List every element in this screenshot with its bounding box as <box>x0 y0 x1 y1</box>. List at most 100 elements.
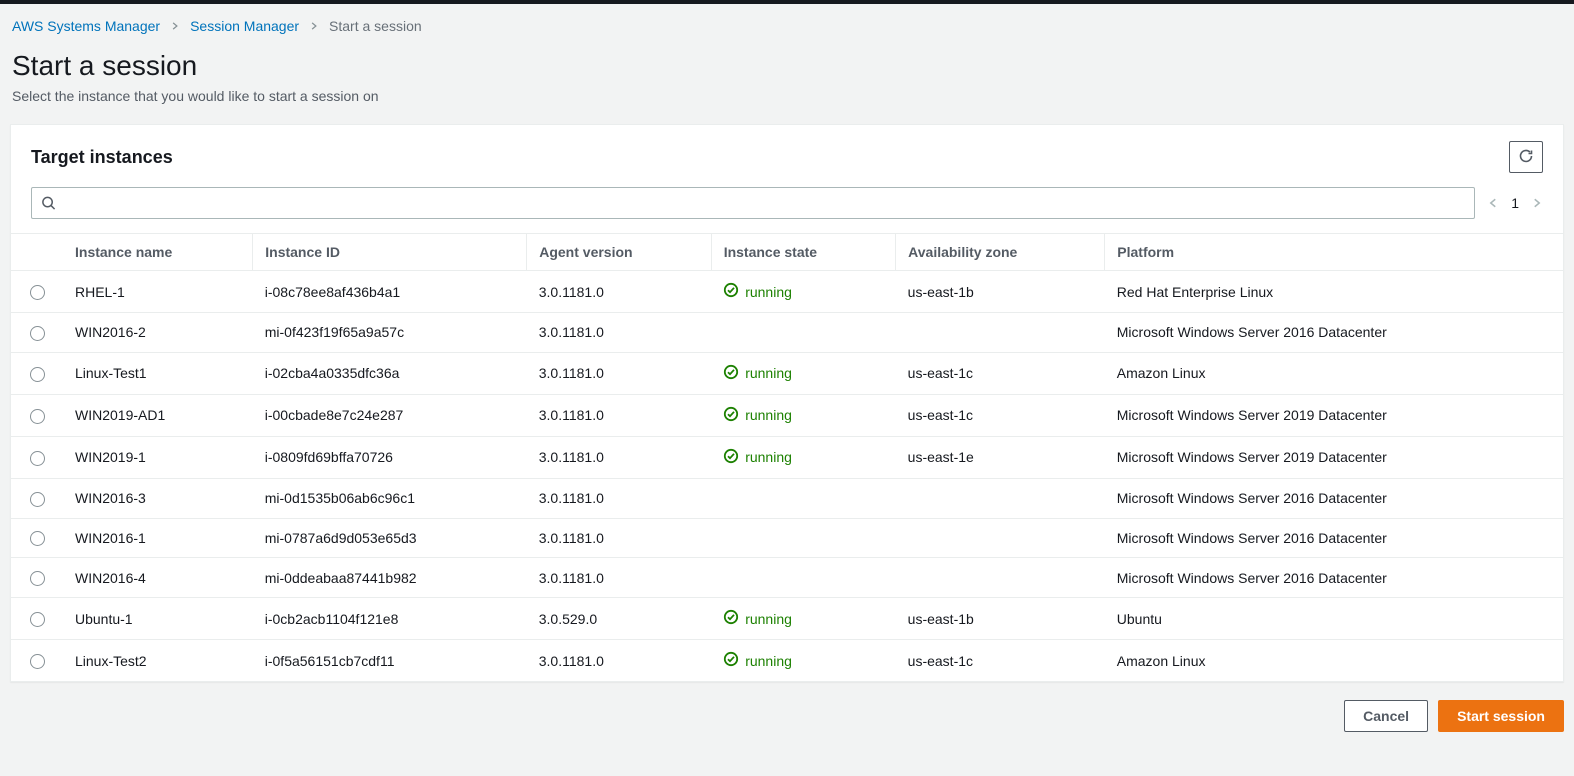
row-select-radio[interactable] <box>30 326 45 341</box>
check-circle-icon <box>723 651 739 670</box>
row-select-cell <box>11 518 63 558</box>
platform-cell: Microsoft Windows Server 2019 Datacenter <box>1105 436 1563 478</box>
instance-state-cell: running <box>711 394 895 436</box>
column-header-availability-zone[interactable]: Availability zone <box>896 234 1105 271</box>
agent-version-cell: 3.0.1181.0 <box>527 436 711 478</box>
status-badge: running <box>723 406 792 425</box>
column-header-instance-state[interactable]: Instance state <box>711 234 895 271</box>
search-wrapper <box>31 187 1475 219</box>
page-subtitle: Select the instance that you would like … <box>12 88 1562 104</box>
instance-name-cell: Linux-Test1 <box>63 352 253 394</box>
row-select-radio[interactable] <box>30 492 45 507</box>
status-text: running <box>745 653 792 669</box>
check-circle-icon <box>723 364 739 383</box>
instance-id-cell: mi-0787a6d9d053e65d3 <box>253 518 527 558</box>
instance-state-cell: running <box>711 352 895 394</box>
availability-zone-cell <box>896 313 1105 353</box>
breadcrumb-current: Start a session <box>329 18 422 34</box>
cancel-button[interactable]: Cancel <box>1344 700 1428 732</box>
agent-version-cell: 3.0.529.0 <box>527 598 711 640</box>
filter-row: 1 <box>11 177 1563 233</box>
breadcrumb-link-session-manager[interactable]: Session Manager <box>190 18 299 34</box>
platform-cell: Microsoft Windows Server 2016 Datacenter <box>1105 478 1563 518</box>
availability-zone-cell: us-east-1c <box>896 640 1105 682</box>
instance-name-cell: RHEL-1 <box>63 271 253 313</box>
agent-version-cell: 3.0.1181.0 <box>527 271 711 313</box>
agent-version-cell: 3.0.1181.0 <box>527 518 711 558</box>
start-session-button[interactable]: Start session <box>1438 700 1564 732</box>
row-select-radio[interactable] <box>30 531 45 546</box>
page-number: 1 <box>1511 195 1519 211</box>
platform-cell: Microsoft Windows Server 2016 Datacenter <box>1105 518 1563 558</box>
availability-zone-cell <box>896 518 1105 558</box>
platform-cell: Microsoft Windows Server 2016 Datacenter <box>1105 558 1563 598</box>
row-select-cell <box>11 313 63 353</box>
column-header-platform[interactable]: Platform <box>1105 234 1563 271</box>
table-row[interactable]: WIN2016-2mi-0f423f19f65a9a57c3.0.1181.0M… <box>11 313 1563 353</box>
agent-version-cell: 3.0.1181.0 <box>527 394 711 436</box>
agent-version-cell: 3.0.1181.0 <box>527 478 711 518</box>
footer-actions: Cancel Start session <box>0 682 1574 742</box>
row-select-cell <box>11 394 63 436</box>
platform-cell: Microsoft Windows Server 2019 Datacenter <box>1105 394 1563 436</box>
search-input[interactable] <box>31 187 1475 219</box>
table-row[interactable]: WIN2016-3mi-0d1535b06ab6c96c13.0.1181.0M… <box>11 478 1563 518</box>
breadcrumb-link-systems-manager[interactable]: AWS Systems Manager <box>12 18 160 34</box>
row-select-radio[interactable] <box>30 612 45 627</box>
column-header-instance-id[interactable]: Instance ID <box>253 234 527 271</box>
breadcrumb: AWS Systems Manager Session Manager Star… <box>0 4 1574 46</box>
table-row[interactable]: WIN2019-1i-0809fd69bffa707263.0.1181.0ru… <box>11 436 1563 478</box>
instance-name-cell: WIN2019-1 <box>63 436 253 478</box>
instance-name-cell: Ubuntu-1 <box>63 598 253 640</box>
status-badge: running <box>723 364 792 383</box>
column-header-instance-name[interactable]: Instance name <box>63 234 253 271</box>
instance-name-cell: WIN2019-AD1 <box>63 394 253 436</box>
agent-version-cell: 3.0.1181.0 <box>527 640 711 682</box>
pagination: 1 <box>1487 195 1543 211</box>
instance-state-cell <box>711 478 895 518</box>
row-select-cell <box>11 478 63 518</box>
table-row[interactable]: Ubuntu-1i-0cb2acb1104f121e83.0.529.0runn… <box>11 598 1563 640</box>
platform-cell: Amazon Linux <box>1105 640 1563 682</box>
refresh-button[interactable] <box>1509 141 1543 173</box>
instance-name-cell: WIN2016-3 <box>63 478 253 518</box>
instances-table: Instance name Instance ID Agent version … <box>11 233 1563 681</box>
row-select-radio[interactable] <box>30 654 45 669</box>
chevron-right-icon <box>309 21 319 31</box>
table-row[interactable]: Linux-Test1i-02cba4a0335dfc36a3.0.1181.0… <box>11 352 1563 394</box>
agent-version-cell: 3.0.1181.0 <box>527 558 711 598</box>
row-select-cell <box>11 640 63 682</box>
row-select-cell <box>11 271 63 313</box>
row-select-radio[interactable] <box>30 367 45 382</box>
page-next-button[interactable] <box>1531 197 1543 209</box>
chevron-right-icon <box>170 21 180 31</box>
platform-cell: Ubuntu <box>1105 598 1563 640</box>
instance-id-cell: mi-0f423f19f65a9a57c <box>253 313 527 353</box>
instance-name-cell: WIN2016-4 <box>63 558 253 598</box>
table-row[interactable]: WIN2016-4mi-0ddeabaa87441b9823.0.1181.0M… <box>11 558 1563 598</box>
platform-cell: Red Hat Enterprise Linux <box>1105 271 1563 313</box>
instance-state-cell <box>711 558 895 598</box>
table-row[interactable]: WIN2019-AD1i-00cbade8e7c24e2873.0.1181.0… <box>11 394 1563 436</box>
instance-id-cell: i-0cb2acb1104f121e8 <box>253 598 527 640</box>
search-icon <box>41 196 56 211</box>
row-select-radio[interactable] <box>30 571 45 586</box>
row-select-radio[interactable] <box>30 285 45 300</box>
column-header-select <box>11 234 63 271</box>
row-select-radio[interactable] <box>30 451 45 466</box>
check-circle-icon <box>723 406 739 425</box>
page-prev-button[interactable] <box>1487 197 1499 209</box>
row-select-radio[interactable] <box>30 409 45 424</box>
availability-zone-cell: us-east-1b <box>896 271 1105 313</box>
instance-state-cell: running <box>711 271 895 313</box>
status-badge: running <box>723 651 792 670</box>
table-row[interactable]: RHEL-1i-08c78ee8af436b4a13.0.1181.0runni… <box>11 271 1563 313</box>
table-row[interactable]: Linux-Test2i-0f5a56151cb7cdf113.0.1181.0… <box>11 640 1563 682</box>
agent-version-cell: 3.0.1181.0 <box>527 352 711 394</box>
column-header-agent-version[interactable]: Agent version <box>527 234 711 271</box>
availability-zone-cell: us-east-1c <box>896 394 1105 436</box>
instance-state-cell <box>711 518 895 558</box>
table-row[interactable]: WIN2016-1mi-0787a6d9d053e65d33.0.1181.0M… <box>11 518 1563 558</box>
instance-id-cell: i-0809fd69bffa70726 <box>253 436 527 478</box>
instance-id-cell: i-0f5a56151cb7cdf11 <box>253 640 527 682</box>
